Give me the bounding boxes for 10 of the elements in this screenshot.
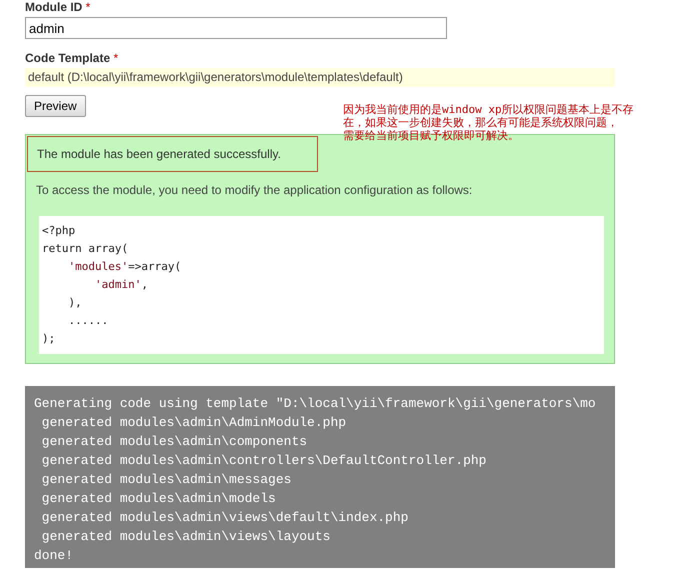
preview-button[interactable]: Preview: [25, 95, 86, 117]
module-id-field[interactable]: admin: [25, 17, 447, 39]
annotation-note: 因为我当前使用的是window xp所以权限问题基本上是不存 在，如果这一步创建失败，那么有可能是系统权限问题， 需要给当前项目赋予权限即可解决。: [343, 103, 634, 142]
instructions-text: To access the module, you need to modify the application configuration as follows:: [36, 183, 474, 197]
success-message: The module has been generated successfully.: [27, 136, 318, 172]
module-id-label: Module ID *: [25, 0, 92, 14]
log-output: Generating code using template "D:\local\yii\framework\gii\generators\mo generated modules\admin\AdminModule.php generated modules\admin\components generated modules\admin\controllers\DefaultController.php generated modules\admin\messages generated modules\admin\models generated modules\admin\views\default\index.php generated modules\admin\views\layouts done!: [25, 386, 615, 568]
code-template-field[interactable]: default (D:\local\yii\framework\gii\generators\module\templates\default): [25, 68, 615, 87]
code-template-label: Code Template *: [25, 51, 120, 65]
code-block: <?php return array( 'modules'=>array( 'admin', ), ...... );: [39, 216, 604, 354]
